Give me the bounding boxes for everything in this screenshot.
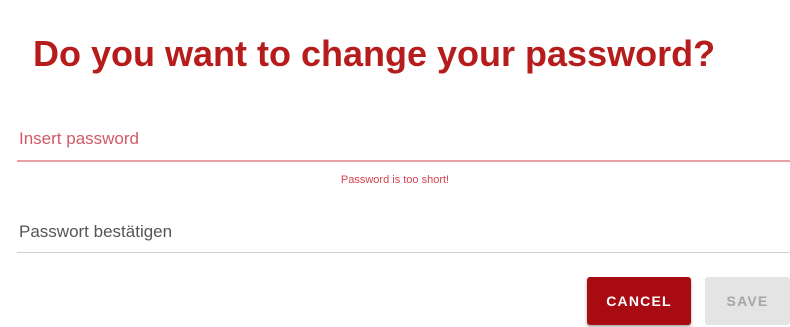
save-button[interactable]: SAVE [705, 277, 790, 325]
password-error-message: Password is too short! [340, 174, 450, 186]
confirm-password-input[interactable] [19, 212, 779, 252]
change-password-dialog: Do you want to change your password? Pas… [0, 0, 790, 327]
cancel-button[interactable]: CANCEL [587, 277, 691, 325]
password-field [17, 118, 790, 162]
password-input[interactable] [19, 118, 779, 160]
dialog-title: Do you want to change your password? [33, 33, 716, 74]
confirm-password-field [17, 212, 790, 253]
